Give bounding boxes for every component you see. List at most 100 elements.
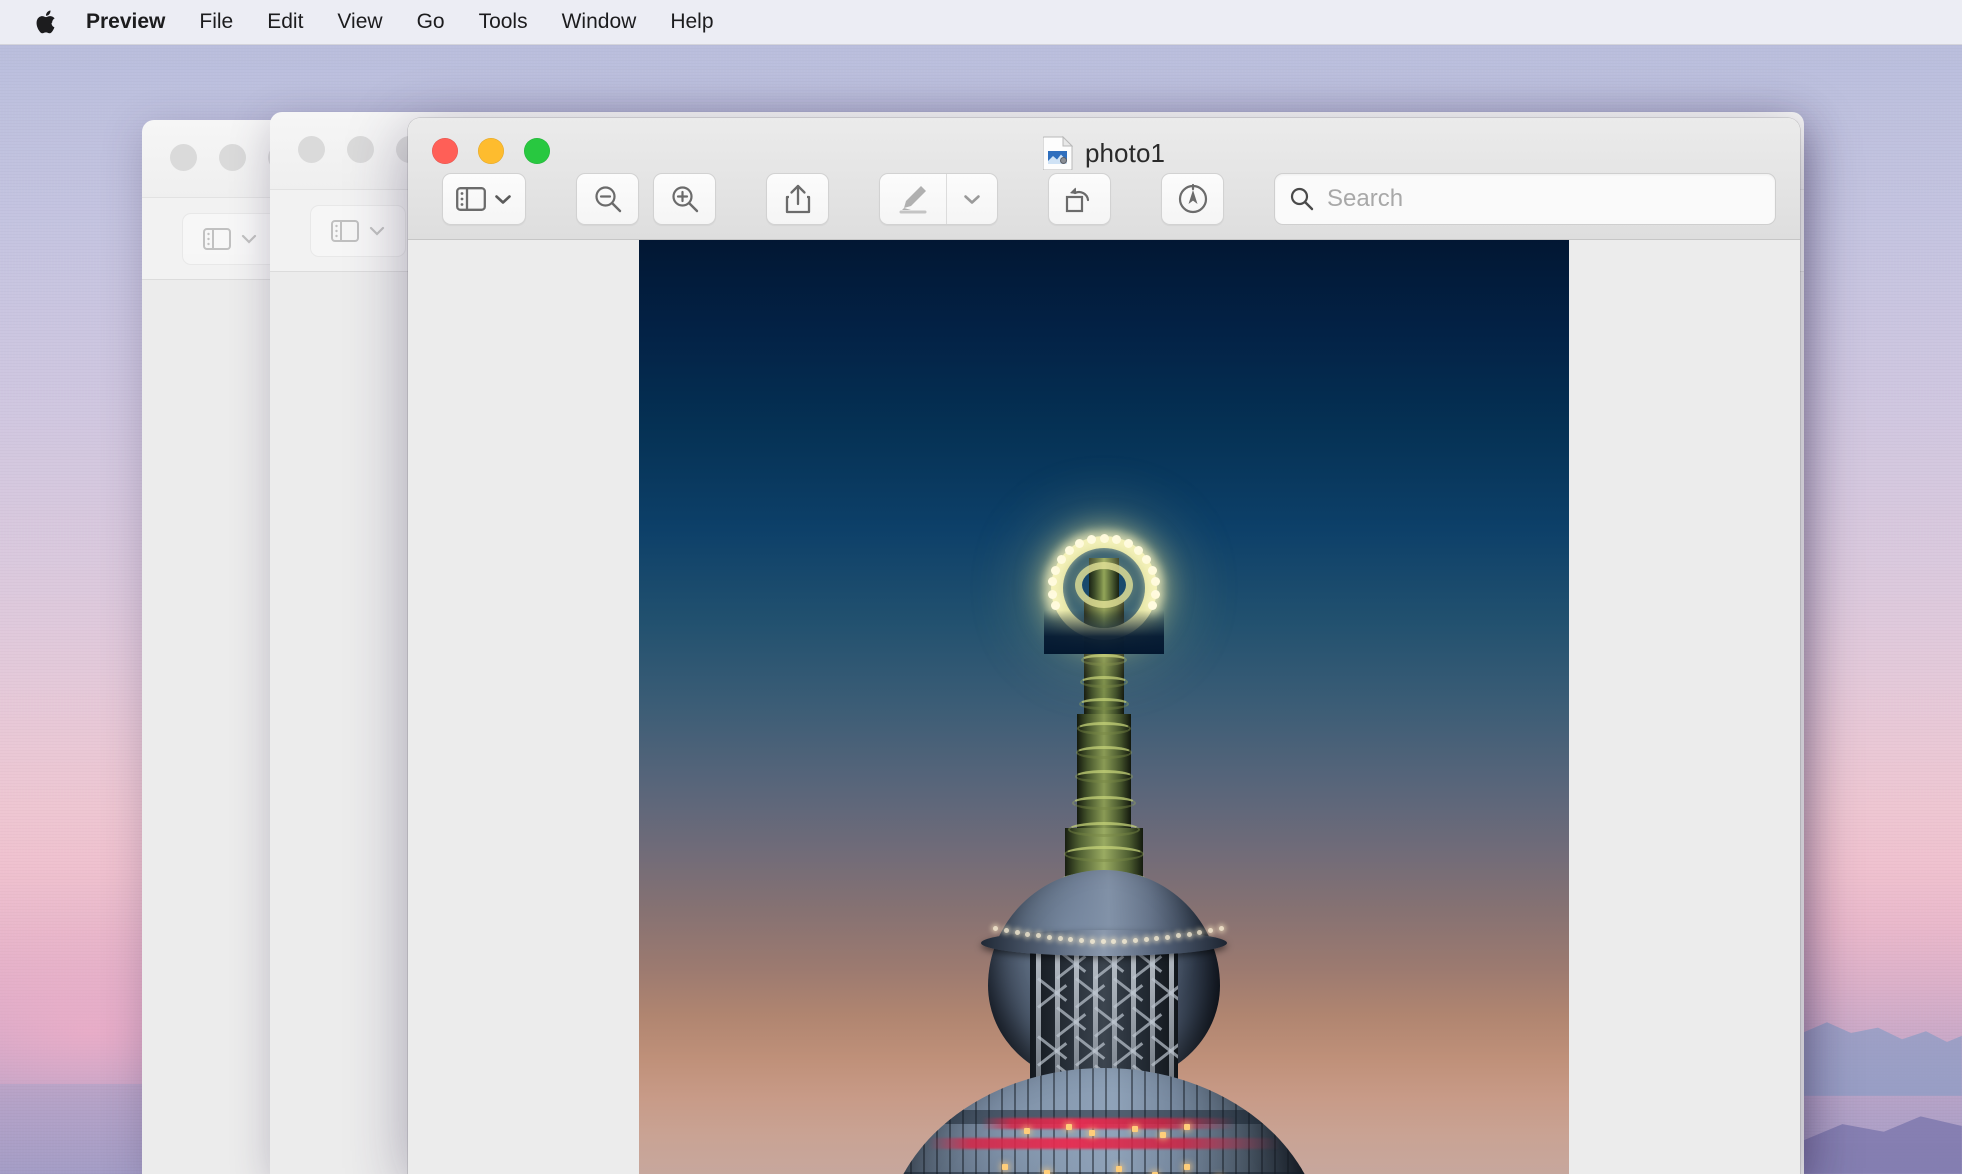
zoom-in-icon xyxy=(671,186,698,213)
deck-red-light-band xyxy=(980,1118,1236,1129)
upper-pod-edge-light xyxy=(1100,938,1106,944)
window-title: photo1 xyxy=(1084,137,1166,168)
sidebar-icon xyxy=(203,227,231,250)
menu-item-window[interactable]: Window xyxy=(545,0,654,44)
markup-options-button[interactable] xyxy=(946,174,997,224)
mast-ring xyxy=(1080,676,1128,688)
deck-window-light xyxy=(1184,1164,1190,1170)
markup-button-group[interactable] xyxy=(879,173,998,225)
mast-ring xyxy=(1068,822,1140,837)
apple-menu-button[interactable] xyxy=(0,0,78,44)
search-field[interactable]: Search xyxy=(1274,173,1776,225)
mast-ring xyxy=(1081,654,1127,666)
annotate-button[interactable] xyxy=(1161,173,1224,225)
minimize-button[interactable] xyxy=(478,138,504,164)
mast-ring xyxy=(1077,722,1131,735)
mast-ring xyxy=(1064,846,1144,862)
deck-window-light xyxy=(1002,1164,1008,1170)
upper-pod-edge-light xyxy=(1057,936,1063,942)
antenna-inner-ring xyxy=(1075,562,1133,608)
chevron-down-icon xyxy=(241,234,257,244)
window-titlebar: photo1 Search xyxy=(408,118,1800,240)
search-icon xyxy=(1290,187,1314,211)
mast-ring xyxy=(1075,770,1133,783)
photo-image[interactable] xyxy=(639,240,1569,1174)
crown-light-bulb xyxy=(1056,555,1066,565)
zoom-out-icon xyxy=(594,186,621,213)
deck-window-light xyxy=(1044,1170,1050,1174)
background-window-1-traffic-lights[interactable] xyxy=(298,136,423,163)
upper-pod-edge-light xyxy=(993,926,998,931)
traffic-lights[interactable] xyxy=(432,138,550,164)
crown-light-bulb xyxy=(1087,534,1097,544)
minimize-button-inactive[interactable] xyxy=(347,136,374,163)
upper-lattice-core xyxy=(1030,940,1178,1086)
document-content-area xyxy=(408,240,1800,1174)
deck-window-light xyxy=(1184,1124,1190,1130)
menu-item-preview[interactable]: Preview xyxy=(78,0,182,44)
chevron-down-icon xyxy=(495,194,511,204)
crown-light-bulb xyxy=(1050,565,1060,575)
mast-ring xyxy=(1072,796,1136,810)
zoom-out-button[interactable] xyxy=(576,173,639,225)
deck-window-light xyxy=(1132,1126,1138,1132)
menu-item-view[interactable]: View xyxy=(320,0,399,44)
apple-logo-icon xyxy=(36,10,55,34)
rotate-left-icon xyxy=(1065,187,1089,213)
share-button[interactable] xyxy=(766,173,829,225)
share-icon xyxy=(785,184,810,214)
menu-item-go[interactable]: Go xyxy=(400,0,462,44)
zoom-in-button[interactable] xyxy=(653,173,716,225)
title-row: photo1 xyxy=(408,132,1800,174)
chevron-down-icon xyxy=(964,194,980,204)
sidebar-icon xyxy=(331,219,359,242)
deck-window-light xyxy=(1160,1132,1166,1138)
toolbar: Search xyxy=(408,169,1800,229)
macos-menu-bar: Preview File Edit View Go Tools Window H… xyxy=(0,0,1962,45)
deck-red-light-band xyxy=(928,1138,1280,1149)
upper-pod-edge-light xyxy=(1003,927,1009,933)
minimize-button-inactive[interactable] xyxy=(219,144,246,171)
crown-light-bulb xyxy=(1111,534,1121,544)
annotate-icon xyxy=(1178,183,1207,214)
menu-item-edit[interactable]: Edit xyxy=(250,0,320,44)
deck-window-light xyxy=(1116,1166,1122,1172)
main-observation-deck xyxy=(884,1068,1324,1174)
deck-window-light xyxy=(1024,1128,1030,1134)
upper-pod-edge-light xyxy=(1143,937,1149,943)
sidebar-button[interactable] xyxy=(442,173,526,225)
image-document-icon xyxy=(1042,136,1073,170)
upper-pod-edge-light xyxy=(1046,934,1052,940)
upper-pod-edge-light xyxy=(1186,931,1192,937)
mast-ring xyxy=(1076,746,1132,759)
upper-pod-edge-light xyxy=(1219,926,1224,931)
crown-light-bulb xyxy=(1123,539,1133,549)
close-button-inactive[interactable] xyxy=(170,144,197,171)
deck-window-light xyxy=(1089,1130,1095,1136)
menu-item-tools[interactable]: Tools xyxy=(462,0,545,44)
sidebar-button-inactive[interactable] xyxy=(310,204,406,257)
crown-light-bulb xyxy=(1148,565,1158,575)
crown-lower-mask xyxy=(1044,610,1164,654)
preview-window[interactable]: photo1 Search xyxy=(408,118,1800,1174)
upper-pod-edge-light xyxy=(1132,938,1138,944)
close-button-inactive[interactable] xyxy=(298,136,325,163)
menu-item-file[interactable]: File xyxy=(182,0,250,44)
upper-pod-edge-light xyxy=(1122,938,1128,944)
menu-item-help[interactable]: Help xyxy=(653,0,730,44)
upper-pod-edge-light xyxy=(1025,931,1031,937)
markup-button[interactable] xyxy=(880,174,946,224)
upper-pod-edge-light xyxy=(1014,929,1020,935)
close-button[interactable] xyxy=(432,138,458,164)
crown-light-bulb xyxy=(1047,589,1057,599)
rotate-left-button[interactable] xyxy=(1048,173,1111,225)
sidebar-icon xyxy=(456,187,486,211)
crown-light-bulb xyxy=(1151,589,1161,599)
deck-window-light xyxy=(1066,1124,1072,1130)
upper-pod-edge-light xyxy=(1089,938,1095,944)
crown-light-bulb xyxy=(1065,546,1075,556)
search-placeholder: Search xyxy=(1327,185,1404,212)
maximize-button[interactable] xyxy=(524,138,550,164)
tokyo-skytree-tower xyxy=(639,240,1569,1174)
sidebar-button-inactive[interactable] xyxy=(182,212,278,265)
